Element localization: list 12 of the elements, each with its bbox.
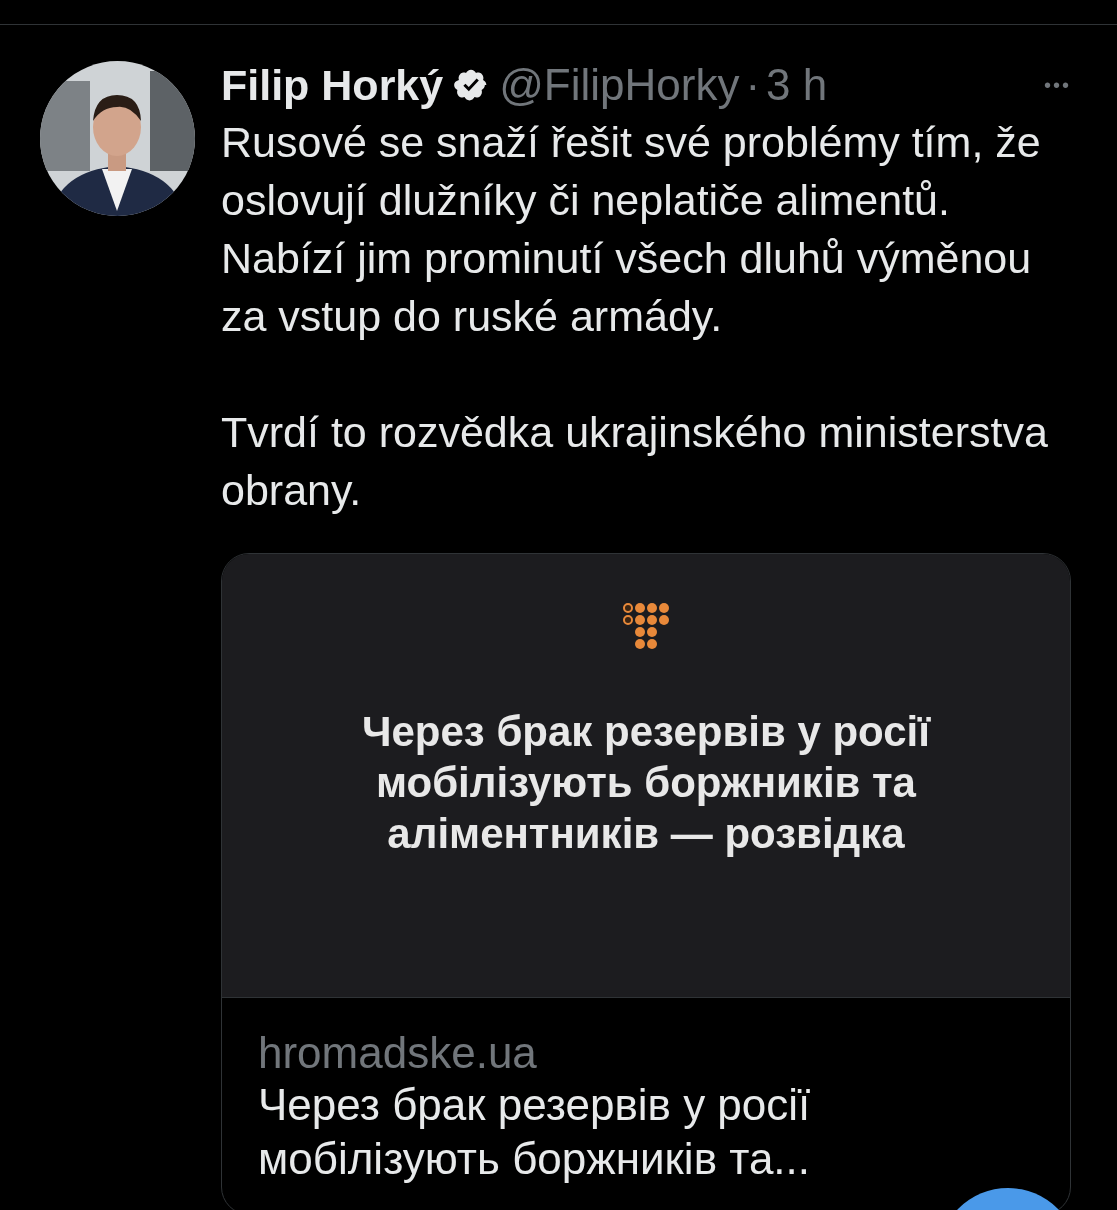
link-title: мобілізують боржників та... xyxy=(258,1133,812,1185)
link-title: Через брак резервів у росії xyxy=(258,1079,812,1131)
link-domain: hromadske.ua xyxy=(258,1028,538,1078)
author-handle[interactable]: @FilipHorky xyxy=(499,60,740,110)
timestamp[interactable]: 3 h xyxy=(766,60,828,110)
tweet-text: Tvrdí to rozvědka ukrajinského ministerstva obrany. xyxy=(221,407,1049,516)
more-menu[interactable]: ••• xyxy=(1044,73,1071,97)
author-name[interactable]: Filip Horký xyxy=(221,60,444,110)
logo-icon xyxy=(622,602,670,650)
tweet-text: Rusové se snaží řešit své problémy tím, že oslovují dlužníky či neplatiče alimentů. Nabízí jim prominutí všech dluhů výměnou za vstup do ruské armády. xyxy=(221,117,1042,342)
separator: · xyxy=(745,60,761,110)
preview-headline: Через брак резервів у росії мобілізують боржників та аліментників — розвідка xyxy=(361,707,932,859)
